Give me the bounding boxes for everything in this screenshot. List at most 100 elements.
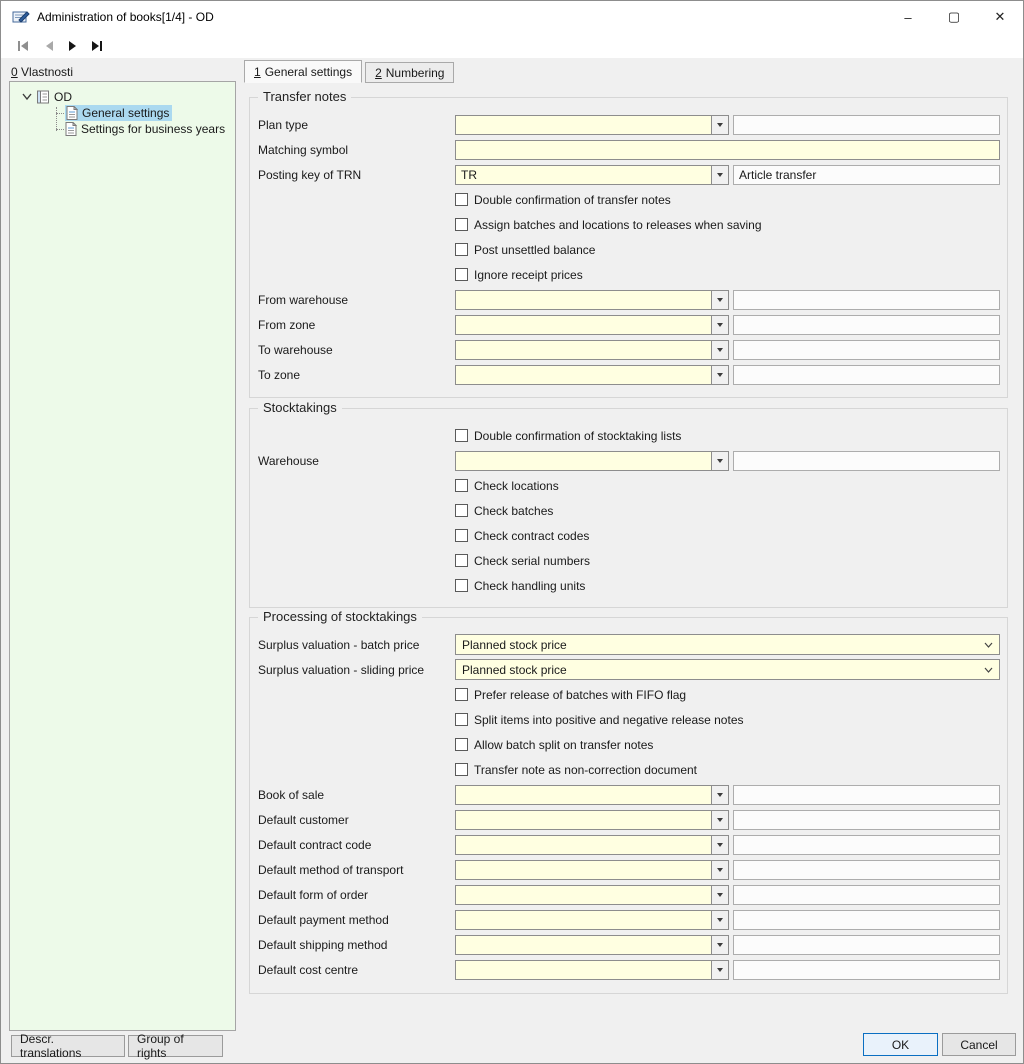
tree-item-general-settings[interactable]: General settings — [10, 105, 235, 121]
caption-buttons: – ▢ ✕ — [885, 1, 1023, 33]
combo-value — [456, 341, 711, 359]
matching-symbol-input[interactable] — [455, 139, 1000, 160]
check-serial-numbers-checkbox[interactable] — [455, 554, 468, 567]
check-handling-units-checkbox[interactable] — [455, 579, 468, 592]
dropdown-arrow-icon[interactable] — [711, 835, 728, 854]
minimize-button[interactable]: – — [885, 1, 931, 33]
dropdown-arrow-icon[interactable] — [711, 960, 728, 979]
dropdown-arrow-icon[interactable] — [711, 885, 728, 904]
tree-root-od[interactable]: OD — [10, 88, 235, 105]
row-to-warehouse: To warehouse — [250, 337, 1007, 362]
combo-value — [456, 911, 711, 929]
checkbox-label: Post unsettled balance — [474, 242, 596, 257]
surplus-batch-price-select[interactable]: Planned stock price — [455, 634, 1000, 655]
record-nav-toolbar — [1, 33, 1023, 58]
checkbox-label: Ignore receipt prices — [474, 267, 583, 282]
select-value: Planned stock price — [462, 662, 567, 677]
check-locations-checkbox[interactable] — [455, 479, 468, 492]
checkbox-label: Assign batches and locations to releases… — [474, 217, 762, 232]
posting-key-trn-combobox[interactable]: TR — [455, 164, 729, 185]
dropdown-arrow-icon[interactable] — [711, 290, 728, 309]
default-cost-centre-combobox[interactable] — [455, 959, 729, 980]
dropdown-arrow-icon[interactable] — [711, 315, 728, 334]
dropdown-arrow-icon[interactable] — [711, 115, 728, 134]
next-record-icon[interactable] — [63, 37, 83, 55]
dropdown-arrow-icon[interactable] — [711, 810, 728, 829]
default-customer-combobox[interactable] — [455, 809, 729, 830]
field-label: Posting key of TRN — [258, 167, 362, 182]
application-window: Administration of books[1/4] - OD – ▢ ✕ … — [0, 0, 1024, 1064]
properties-tree: OD General settings Settings for busines… — [9, 81, 236, 1031]
from-zone-description-field — [733, 314, 1000, 335]
row-check-locations: Check locations — [250, 473, 1007, 498]
descr-translations-button[interactable]: Descr. translations — [11, 1032, 125, 1060]
first-record-icon[interactable] — [13, 37, 33, 55]
prefer-fifo-checkbox[interactable] — [455, 688, 468, 701]
field-label: To warehouse — [258, 342, 333, 357]
chevron-down-icon[interactable] — [977, 667, 999, 673]
tree-item-settings-business-years[interactable]: Settings for business years — [10, 121, 235, 137]
plan-type-combobox[interactable] — [455, 114, 729, 135]
last-record-icon[interactable] — [87, 37, 107, 55]
split-items-checkbox[interactable] — [455, 713, 468, 726]
to-warehouse-combobox[interactable] — [455, 339, 729, 360]
dropdown-arrow-icon[interactable] — [711, 340, 728, 359]
from-zone-combobox[interactable] — [455, 314, 729, 335]
row-double-confirmation-trn: Double confirmation of transfer notes — [250, 187, 1007, 212]
double-confirmation-trn-checkbox[interactable] — [455, 193, 468, 206]
cancel-button[interactable]: Cancel — [942, 1033, 1016, 1056]
default-method-of-transport-description-field — [733, 859, 1000, 880]
book-of-sale-description-field — [733, 784, 1000, 805]
expand-chevron-icon[interactable] — [22, 92, 32, 101]
maximize-button[interactable]: ▢ — [931, 1, 977, 33]
dropdown-arrow-icon[interactable] — [711, 910, 728, 929]
row-allow-batch-split: Allow batch split on transfer notes — [250, 732, 1007, 757]
post-unsettled-balance-checkbox[interactable] — [455, 243, 468, 256]
default-payment-method-combobox[interactable] — [455, 909, 729, 930]
default-contract-code-combobox[interactable] — [455, 834, 729, 855]
select-value: Planned stock price — [462, 637, 567, 652]
close-button[interactable]: ✕ — [977, 1, 1023, 33]
assign-batches-checkbox[interactable] — [455, 218, 468, 231]
tree-connector — [56, 107, 57, 131]
dropdown-arrow-icon[interactable] — [711, 785, 728, 804]
ok-button[interactable]: OK — [863, 1033, 938, 1056]
default-form-of-order-combobox[interactable] — [455, 884, 729, 905]
row-to-zone: To zone — [250, 362, 1007, 387]
row-double-confirmation-stocktaking: Double confirmation of stocktaking lists — [250, 423, 1007, 448]
chevron-down-icon[interactable] — [977, 642, 999, 648]
tree-root-label: OD — [54, 89, 72, 104]
properties-panel-label: 0 Vlastnosti — [11, 65, 73, 79]
tab-numbering[interactable]: 2 Numbering — [365, 62, 455, 83]
field-label: Warehouse — [258, 453, 319, 468]
book-of-sale-combobox[interactable] — [455, 784, 729, 805]
default-shipping-method-combobox[interactable] — [455, 934, 729, 955]
surplus-sliding-price-select[interactable]: Planned stock price — [455, 659, 1000, 680]
checkbox-label: Allow batch split on transfer notes — [474, 737, 654, 752]
dropdown-arrow-icon[interactable] — [711, 165, 728, 184]
dropdown-arrow-icon[interactable] — [711, 860, 728, 879]
check-contract-codes-checkbox[interactable] — [455, 529, 468, 542]
field-label: From zone — [258, 317, 316, 332]
dropdown-arrow-icon[interactable] — [711, 935, 728, 954]
check-batches-checkbox[interactable] — [455, 504, 468, 517]
double-confirmation-stocktaking-checkbox[interactable] — [455, 429, 468, 442]
row-default-contract-code: Default contract code — [250, 832, 1007, 857]
default-method-of-transport-combobox[interactable] — [455, 859, 729, 880]
allow-batch-split-checkbox[interactable] — [455, 738, 468, 751]
warehouse-combobox[interactable] — [455, 450, 729, 471]
combo-value — [456, 811, 711, 829]
ignore-receipt-prices-checkbox[interactable] — [455, 268, 468, 281]
group-of-rights-button[interactable]: Group of rights — [128, 1032, 223, 1060]
dropdown-arrow-icon[interactable] — [711, 451, 728, 470]
to-zone-combobox[interactable] — [455, 364, 729, 385]
row-post-unsettled: Post unsettled balance — [250, 237, 1007, 262]
tab-general-settings[interactable]: 1 General settings — [244, 60, 363, 83]
previous-record-icon[interactable] — [39, 37, 59, 55]
dropdown-arrow-icon[interactable] — [711, 365, 728, 384]
checkbox-label: Prefer release of batches with FIFO flag — [474, 687, 687, 702]
transfer-note-noncorrection-checkbox[interactable] — [455, 763, 468, 776]
field-label: From warehouse — [258, 292, 349, 307]
from-warehouse-combobox[interactable] — [455, 289, 729, 310]
tab-accel: 1 — [254, 65, 261, 79]
